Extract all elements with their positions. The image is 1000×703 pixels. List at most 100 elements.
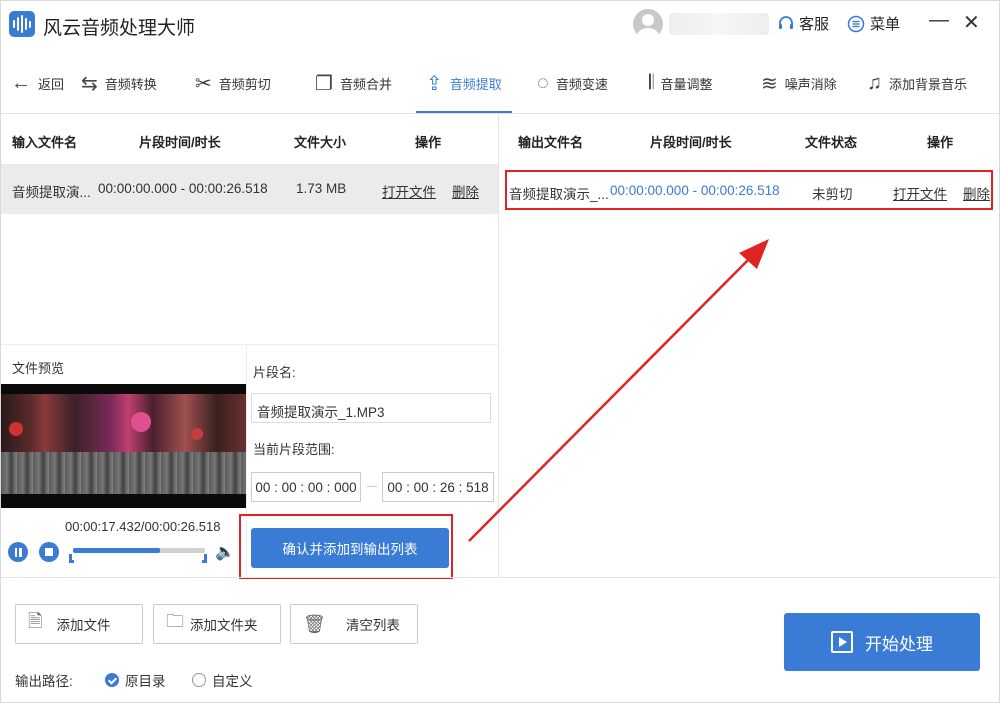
radio-checked-icon bbox=[105, 673, 119, 687]
toolbar-audio-convert-label: 音频转换 bbox=[104, 76, 157, 92]
input-row-open-link[interactable]: 打开文件 bbox=[382, 181, 436, 201]
radio-custom-label: 自定义 bbox=[212, 674, 253, 689]
scissors-icon: ✂ bbox=[195, 72, 212, 95]
output-header-status: 文件状态 bbox=[805, 135, 858, 150]
close-button[interactable]: ✕ bbox=[963, 10, 980, 35]
video-frame-bottom bbox=[1, 452, 246, 494]
toolbar-noise-removal-label: 噪声消除 bbox=[784, 76, 837, 92]
toolbar-volume-adjust[interactable]: 𝄃 音量调整 bbox=[649, 65, 713, 101]
toolbar-audio-merge[interactable]: ❐ 音频合并 bbox=[315, 65, 392, 101]
radio-custom-dir[interactable]: 自定义 bbox=[192, 670, 253, 690]
pause-icon bbox=[14, 547, 22, 557]
speed-icon: ◌ bbox=[537, 71, 549, 94]
convert-icon: ⇆ bbox=[81, 72, 98, 95]
minimize-button[interactable]: — bbox=[929, 9, 949, 32]
video-preview[interactable] bbox=[1, 384, 246, 508]
playback-progress-fill bbox=[73, 548, 160, 553]
toolbar-back[interactable]: ← 返回 bbox=[11, 65, 64, 101]
video-frame-top bbox=[1, 394, 246, 452]
radio-original-dir[interactable]: 原目录 bbox=[105, 670, 166, 690]
segment-range-label: 当前片段范围: bbox=[253, 442, 335, 457]
toolbar-add-bgm-label: 添加背景音乐 bbox=[889, 76, 968, 92]
back-arrow-icon: ← bbox=[11, 71, 31, 94]
add-file-label: 添加文件 bbox=[56, 618, 111, 633]
play-icon bbox=[831, 631, 853, 653]
volume-bars-icon: 𝄃 bbox=[649, 71, 654, 94]
toolbar-audio-speed-label: 音频变速 bbox=[555, 76, 608, 92]
range-start-handle[interactable] bbox=[69, 554, 74, 563]
input-row-size: 1.73 MB bbox=[296, 181, 347, 196]
bottom-divider bbox=[1, 577, 1000, 578]
table-row[interactable]: 音频提取演... 00:00:00.000 - 00:00:26.518 1.7… bbox=[1, 164, 498, 214]
add-file-button[interactable]: 🗎 添加文件 bbox=[15, 604, 143, 644]
output-header-action: 操作 bbox=[927, 135, 954, 150]
end-time-input[interactable]: 00 : 00 : 26 : 518 bbox=[382, 472, 494, 502]
username-blurred bbox=[669, 13, 769, 35]
playback-progress[interactable] bbox=[73, 548, 205, 553]
output-row-open-link[interactable]: 打开文件 bbox=[893, 183, 947, 203]
output-file-table: 输出文件名 片段时间/时长 文件状态 操作 音频提取演示_... 00:00:0… bbox=[499, 114, 1000, 577]
range-end-handle[interactable] bbox=[202, 554, 207, 563]
output-row-time: 00:00:00.000 - 00:00:26.518 bbox=[610, 183, 780, 198]
customer-service-label: 客服 bbox=[799, 16, 830, 33]
add-folder-label: 添加文件夹 bbox=[190, 618, 258, 633]
clear-list-button[interactable]: 🗑 清空列表 bbox=[290, 604, 418, 644]
video-light bbox=[191, 428, 203, 440]
toolbar-audio-convert[interactable]: ⇆ 音频转换 bbox=[81, 65, 157, 101]
input-header-size: 文件大小 bbox=[294, 135, 347, 150]
output-header-filename: 输出文件名 bbox=[518, 135, 584, 150]
toolbar-audio-merge-label: 音频合并 bbox=[339, 76, 392, 92]
preview-label: 文件预览 bbox=[12, 361, 65, 376]
merge-icon: ❐ bbox=[315, 72, 333, 95]
segment-name-input[interactable]: 音频提取演示_1.MP3 bbox=[251, 393, 491, 423]
output-row-delete-link[interactable]: 删除 bbox=[963, 183, 990, 203]
toolbar-audio-speed[interactable]: ◌ 音频变速 bbox=[537, 65, 608, 101]
volume-icon[interactable]: 🔈 bbox=[215, 542, 235, 562]
pause-button[interactable] bbox=[8, 542, 28, 562]
stop-icon bbox=[45, 548, 53, 556]
input-header-action: 操作 bbox=[415, 135, 442, 150]
toolbar-add-bgm[interactable]: ♫ 添加背景音乐 bbox=[867, 65, 967, 101]
menu-list-icon bbox=[847, 15, 865, 32]
trash-icon: 🗑 bbox=[303, 613, 326, 634]
preview-divider bbox=[1, 344, 498, 345]
radio-original-label: 原目录 bbox=[125, 674, 166, 689]
toolbar-audio-cut[interactable]: ✂ 音频剪切 bbox=[195, 65, 271, 101]
playback-time: 00:00:17.432/00:00:26.518 bbox=[65, 519, 221, 534]
title-bar: 风云音频处理大师 客服 菜单 — ✕ bbox=[1, 1, 999, 47]
video-light bbox=[131, 412, 151, 432]
customer-service-button[interactable]: 客服 bbox=[777, 13, 829, 34]
add-folder-icon: 🗀 bbox=[166, 611, 184, 631]
menu-button[interactable]: 菜单 bbox=[847, 13, 900, 34]
input-row-delete-link[interactable]: 删除 bbox=[452, 181, 479, 201]
add-folder-button[interactable]: 🗀 添加文件夹 bbox=[153, 604, 281, 644]
start-processing-button[interactable]: 开始处理 bbox=[784, 613, 980, 671]
output-header-time: 片段时间/时长 bbox=[650, 135, 732, 150]
toolbar-audio-extract[interactable]: ⇪ 音频提取 bbox=[426, 65, 502, 101]
table-row[interactable]: 音频提取演示_... 00:00:00.000 - 00:00:26.518 未… bbox=[505, 170, 993, 210]
input-header-time: 片段时间/时长 bbox=[139, 135, 221, 150]
video-light bbox=[9, 422, 23, 436]
app-title: 风云音频处理大师 bbox=[43, 18, 196, 39]
input-row-time: 00:00:00.000 - 00:00:26.518 bbox=[98, 181, 268, 196]
headset-icon bbox=[779, 15, 793, 29]
radio-unchecked-icon bbox=[192, 673, 206, 687]
input-header-filename: 输入文件名 bbox=[12, 135, 78, 150]
output-path-label: 输出路径: bbox=[15, 674, 73, 689]
output-row-status: 未剪切 bbox=[812, 187, 853, 202]
toolbar-noise-removal[interactable]: ≋ 噪声消除 bbox=[761, 65, 837, 101]
stop-button[interactable] bbox=[39, 542, 59, 562]
output-row-filename: 音频提取演示_... bbox=[509, 187, 609, 202]
confirm-add-button[interactable]: 确认并添加到输出列表 bbox=[251, 528, 449, 568]
input-row-filename: 音频提取演... bbox=[12, 185, 91, 200]
toolbar-audio-extract-label: 音频提取 bbox=[449, 76, 502, 92]
toolbar-audio-cut-label: 音频剪切 bbox=[218, 76, 271, 92]
music-note-icon: ♫ bbox=[867, 71, 882, 94]
clear-list-label: 清空列表 bbox=[345, 618, 400, 633]
toolbar: ← 返回 ⇆ 音频转换 ✂ 音频剪切 ❐ 音频合并 ⇪ 音频提取 ◌ 音频变速 … bbox=[1, 59, 999, 105]
start-processing-label: 开始处理 bbox=[865, 634, 933, 654]
noise-icon: ≋ bbox=[761, 72, 778, 95]
avatar[interactable] bbox=[633, 9, 663, 39]
start-time-input[interactable]: 00 : 00 : 00 : 000 bbox=[251, 472, 361, 502]
add-file-icon: 🗎 bbox=[28, 611, 43, 631]
